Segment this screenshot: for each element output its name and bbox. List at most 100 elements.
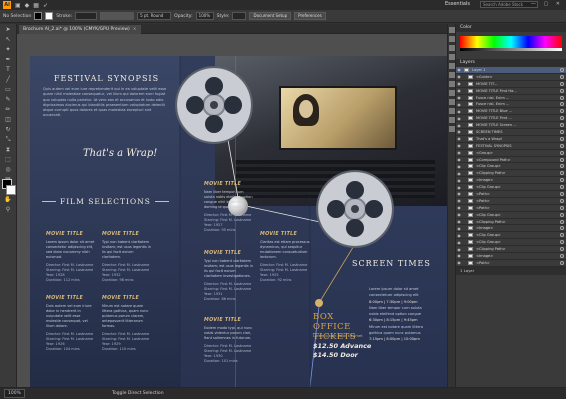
artboard[interactable]: FESTIVAL SYNOPSIS Quis autem vel eum iur… — [30, 56, 447, 387]
workspace-switcher[interactable]: Essentials — [445, 1, 470, 7]
direct-selection-tool-icon[interactable]: ↖ — [2, 35, 14, 44]
layer-row[interactable]: ◉ <Compound Path> — [456, 157, 566, 164]
layer-target-icon[interactable] — [560, 219, 564, 224]
layer-row[interactable]: ◉ <Path> — [456, 205, 566, 212]
magic-wand-tool-icon[interactable]: ✦ — [2, 45, 14, 54]
document-setup-button[interactable]: Document Setup — [249, 12, 292, 20]
type-tool-icon[interactable]: T — [2, 65, 14, 74]
layer-target-icon[interactable] — [560, 191, 564, 196]
visibility-eye-icon[interactable]: ◉ — [456, 74, 462, 79]
visibility-eye-icon[interactable]: ◉ — [456, 81, 462, 86]
layer-row[interactable]: ◉ <Image> — [456, 225, 566, 233]
layer-target-icon[interactable] — [560, 198, 564, 203]
layer-row[interactable]: ◉ <Clip Group> — [456, 184, 566, 192]
visibility-eye-icon[interactable]: ◉ — [456, 178, 462, 183]
layer-row[interactable]: ◉ Layer 1 — [456, 67, 566, 74]
visibility-eye-icon[interactable]: ◉ — [456, 157, 462, 162]
grayscale-ramp[interactable] — [460, 48, 562, 51]
layer-target-icon[interactable] — [560, 150, 564, 155]
price-advance[interactable]: $12.50 Advance — [313, 342, 371, 350]
visibility-eye-icon[interactable]: ◉ — [456, 191, 462, 196]
layer-row[interactable]: ◉ <Clip Group> — [456, 232, 566, 240]
layer-target-icon[interactable] — [560, 253, 564, 258]
layer-target-icon[interactable] — [560, 123, 564, 128]
layers-panel-header[interactable]: Layers — [456, 59, 566, 67]
visibility-eye-icon[interactable]: ◉ — [456, 116, 462, 121]
movie-block[interactable]: Nam liber tempor cum soluta nobis eleife… — [204, 190, 254, 233]
visibility-eye-icon[interactable]: ◉ — [456, 143, 462, 148]
movie-block[interactable]: Lorem ipsum dolor sit amet consectetur a… — [46, 240, 96, 283]
visibility-eye-icon[interactable]: ◉ — [456, 129, 462, 134]
visibility-eye-icon[interactable]: ◉ — [456, 109, 462, 114]
layer-row[interactable]: ◉ SCREEN TIMES — [456, 129, 566, 136]
visibility-eye-icon[interactable]: ◉ — [456, 123, 462, 128]
color-panel-header[interactable]: Color — [456, 24, 566, 32]
screen-times-list[interactable]: Lorem ipsum dolor sit amet consectetuer … — [369, 286, 439, 343]
layer-row[interactable]: ◉ Fusce nisl. Enim ... — [456, 95, 566, 102]
style-field[interactable] — [232, 12, 247, 20]
movie-block[interactable]: Eodem modo typi, qui nunc nobis videntur… — [204, 326, 254, 364]
box-office-subtext[interactable]: Lorem ipsum dolor sit amet — [313, 334, 363, 338]
layer-row[interactable]: ◉ FESTIVAL SYNOPSIS — [456, 143, 566, 150]
layer-target-icon[interactable] — [560, 102, 564, 107]
layer-row[interactable]: ◉ <Clip Group> — [456, 163, 566, 171]
stock-search-input[interactable]: Search Adobe Stock — [480, 1, 538, 8]
visibility-eye-icon[interactable]: ◉ — [456, 198, 462, 203]
ticket-marker[interactable] — [315, 299, 323, 307]
layer-target-icon[interactable] — [560, 233, 564, 238]
movie-block[interactable]: Typi non habent claritatem insitam; est … — [102, 240, 152, 283]
shape-builder-tool-icon[interactable]: ◎ — [2, 165, 14, 174]
send-icon[interactable]: ➶ — [43, 2, 48, 9]
layer-target-icon[interactable] — [560, 67, 564, 72]
movie-block[interactable]: Typi non habent claritatem insitam; est … — [204, 259, 254, 302]
visibility-eye-icon[interactable]: ◉ — [456, 226, 462, 231]
film-selections-heading[interactable]: FILM SELECTIONS — [42, 197, 169, 206]
layer-target-icon[interactable] — [560, 88, 564, 93]
movie-title[interactable]: MOVIE TITLE — [204, 318, 241, 323]
stock-icon[interactable]: ◆ — [25, 2, 30, 9]
layer-row[interactable]: ◉ <Clip Group> — [456, 239, 566, 247]
visibility-eye-icon[interactable]: ◉ — [456, 164, 462, 169]
layer-row[interactable]: ◉ <Image> — [456, 253, 566, 260]
screen-times-heading[interactable]: SCREEN TIMES — [352, 259, 431, 268]
stroke-color-icon[interactable] — [6, 185, 16, 195]
rectangle-tool-icon[interactable]: ▭ — [2, 85, 14, 94]
visibility-eye-icon[interactable]: ◉ — [456, 219, 462, 224]
line-tool-icon[interactable]: ╱ — [2, 75, 14, 84]
price-door[interactable]: $14.50 Door — [313, 351, 358, 359]
layer-target-icon[interactable] — [560, 240, 564, 245]
film-reel-image[interactable] — [316, 170, 394, 248]
layer-row[interactable]: ◉ MOVIE TITLE Screen ... — [456, 122, 566, 130]
layer-target-icon[interactable] — [560, 212, 564, 217]
eraser-tool-icon[interactable]: ◫ — [2, 115, 14, 124]
arrange-icon[interactable]: ▦ — [33, 2, 39, 9]
zoom-field[interactable]: 100% — [4, 389, 25, 398]
canvas[interactable]: FESTIVAL SYNOPSIS Quis autem vel eum iur… — [17, 34, 447, 387]
opacity-field[interactable]: 100% — [195, 12, 214, 20]
color-spectrum[interactable] — [460, 36, 562, 48]
visibility-eye-icon[interactable]: ◉ — [456, 95, 462, 100]
layer-target-icon[interactable] — [560, 171, 564, 176]
visibility-eye-icon[interactable]: ◉ — [456, 185, 462, 190]
layer-row[interactable]: ◉ MOVIE TITLE Blue ... — [456, 108, 566, 116]
visibility-eye-icon[interactable]: ◉ — [456, 67, 462, 72]
movie-block[interactable]: Mirum est notare quam littera gothica, q… — [102, 304, 152, 352]
brush-field[interactable]: 5 pt. Round — [137, 12, 172, 20]
visibility-eye-icon[interactable]: ◉ — [456, 136, 462, 141]
layer-target-icon[interactable] — [560, 164, 564, 169]
layer-target-icon[interactable] — [560, 129, 564, 134]
layer-target-icon[interactable] — [560, 74, 564, 79]
layer-row[interactable]: ◉ <Path> — [456, 191, 566, 198]
pen-tool-icon[interactable]: ✒ — [2, 55, 14, 64]
visibility-eye-icon[interactable]: ◉ — [456, 88, 462, 93]
layer-target-icon[interactable] — [560, 226, 564, 231]
festival-heading[interactable]: FESTIVAL SYNOPSIS — [54, 74, 159, 83]
stroke-swatch[interactable] — [45, 12, 54, 20]
layer-row[interactable]: ◉ <Clipping Path> — [456, 246, 566, 254]
layer-target-icon[interactable] — [560, 260, 564, 265]
zoom-tool-icon[interactable]: ⚲ — [2, 205, 14, 214]
stroke-weight-field[interactable] — [75, 12, 98, 20]
document-tab[interactable]: Brochure AI_2.ai* @ 100% (CMYK/GPU Previ… — [19, 25, 141, 34]
movie-title[interactable]: MOVIE TITLE — [260, 232, 297, 237]
pencil-tool-icon[interactable]: ✏ — [2, 105, 14, 114]
